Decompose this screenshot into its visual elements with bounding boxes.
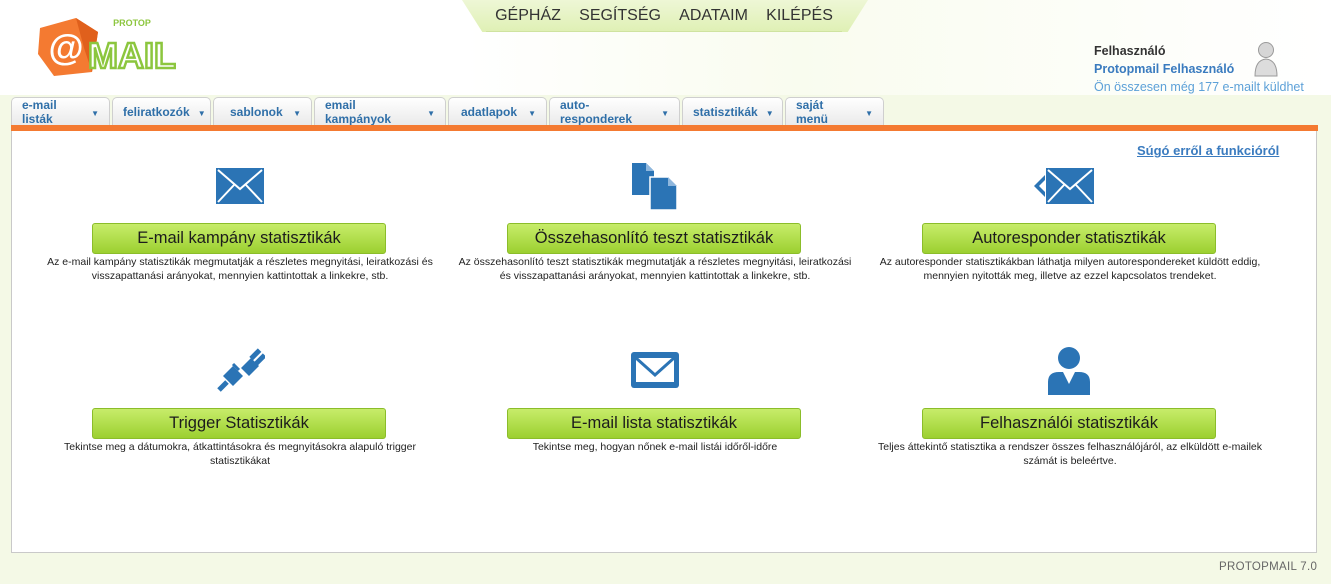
user-stats-button[interactable]: Felhasználói statisztikák [922, 408, 1216, 439]
documents-icon[interactable] [630, 161, 678, 216]
tab-adatlapok[interactable]: adatlapok ▼ [448, 97, 547, 126]
chevron-down-icon: ▼ [661, 109, 669, 118]
top-nav: GÉPHÁZ SEGÍTSÉG ADATAIM KILÉPÉS [486, 0, 842, 32]
user-info: Felhasználó Protopmail Felhasználó Ön ös… [1094, 42, 1319, 96]
user-name-link[interactable]: Protopmail Felhasználó [1094, 60, 1319, 78]
trigger-stats-desc: Tekintse meg a dátumokra, átkattintásokr… [64, 441, 416, 467]
autoresponder-stats-desc: Az autoresponder statisztikákban láthatj… [879, 256, 1261, 282]
tab-sajat-menu[interactable]: saját menü ▼ [785, 97, 884, 126]
user-avatar-icon [1253, 40, 1279, 78]
nav-gephaz[interactable]: GÉPHÁZ [495, 7, 561, 25]
plug-icon[interactable] [215, 346, 267, 401]
trigger-stats-button[interactable]: Trigger Statisztikák [92, 408, 386, 439]
envelope-icon[interactable] [215, 167, 265, 210]
tab-statisztikak[interactable]: statisztikák ▼ [682, 97, 783, 126]
tab-email-listak[interactable]: e-mail listák ▼ [11, 97, 110, 126]
nav-adataim[interactable]: ADATAIM [679, 7, 748, 25]
chevron-down-icon: ▼ [197, 109, 206, 118]
tab-auto-responderek[interactable]: auto-responderek ▼ [549, 97, 680, 126]
chevron-down-icon: ▼ [865, 109, 873, 118]
chevron-down-icon: ▼ [528, 109, 536, 118]
nav-kilepes[interactable]: KILÉPÉS [766, 7, 833, 25]
chevron-down-icon: ▼ [765, 109, 774, 118]
tab-email-kampanyok[interactable]: email kampányok ▼ [314, 97, 446, 126]
email-quota: Ön összesen még 177 e-mailt küldhet [1094, 80, 1304, 94]
main-tabs: e-mail listák ▼ feliratkozók ▼ sablonok ▼ e… [11, 97, 884, 126]
nav-segitseg[interactable]: SEGÍTSÉG [579, 7, 661, 25]
chevron-down-icon: ▼ [427, 109, 435, 118]
user-icon[interactable] [1047, 346, 1091, 401]
comparison-test-stats-button[interactable]: Összehasonlító teszt statisztikák [507, 223, 801, 254]
tab-sablonok[interactable]: sablonok ▼ [213, 97, 312, 126]
tab-feliratkozok[interactable]: feliratkozók ▼ [112, 97, 211, 126]
envelope-back-icon[interactable] [1033, 167, 1095, 210]
svg-text:MAIL: MAIL [88, 35, 176, 76]
protopmail-logo[interactable]: @ PROTOP MAIL [36, 14, 177, 80]
email-list-stats-button[interactable]: E-mail lista statisztikák [507, 408, 801, 439]
email-list-stats-desc: Tekintse meg, hogyan nőnek e-mail listái… [532, 441, 778, 453]
email-campaign-stats-button[interactable]: E-mail kampány statisztikák [92, 223, 386, 254]
help-link[interactable]: Súgó erről a funkcióról [1137, 143, 1279, 158]
chevron-down-icon: ▼ [293, 109, 301, 118]
chevron-down-icon: ▼ [91, 109, 99, 118]
mail-box-icon[interactable] [630, 351, 680, 394]
email-campaign-stats-desc: Az e-mail kampány statisztikák megmutatj… [47, 256, 433, 282]
version-label: PROTOPMAIL 7.0 [1219, 561, 1318, 573]
svg-text:@: @ [48, 27, 83, 68]
autoresponder-stats-button[interactable]: Autoresponder statisztikák [922, 223, 1216, 254]
user-stats-desc: Teljes áttekintő statisztika a rendszer … [877, 441, 1262, 467]
svg-text:PROTOP: PROTOP [113, 18, 151, 28]
user-role: Felhasználó [1094, 44, 1166, 58]
comparison-test-stats-desc: Az összehasonlító teszt statisztikák meg… [458, 256, 852, 282]
